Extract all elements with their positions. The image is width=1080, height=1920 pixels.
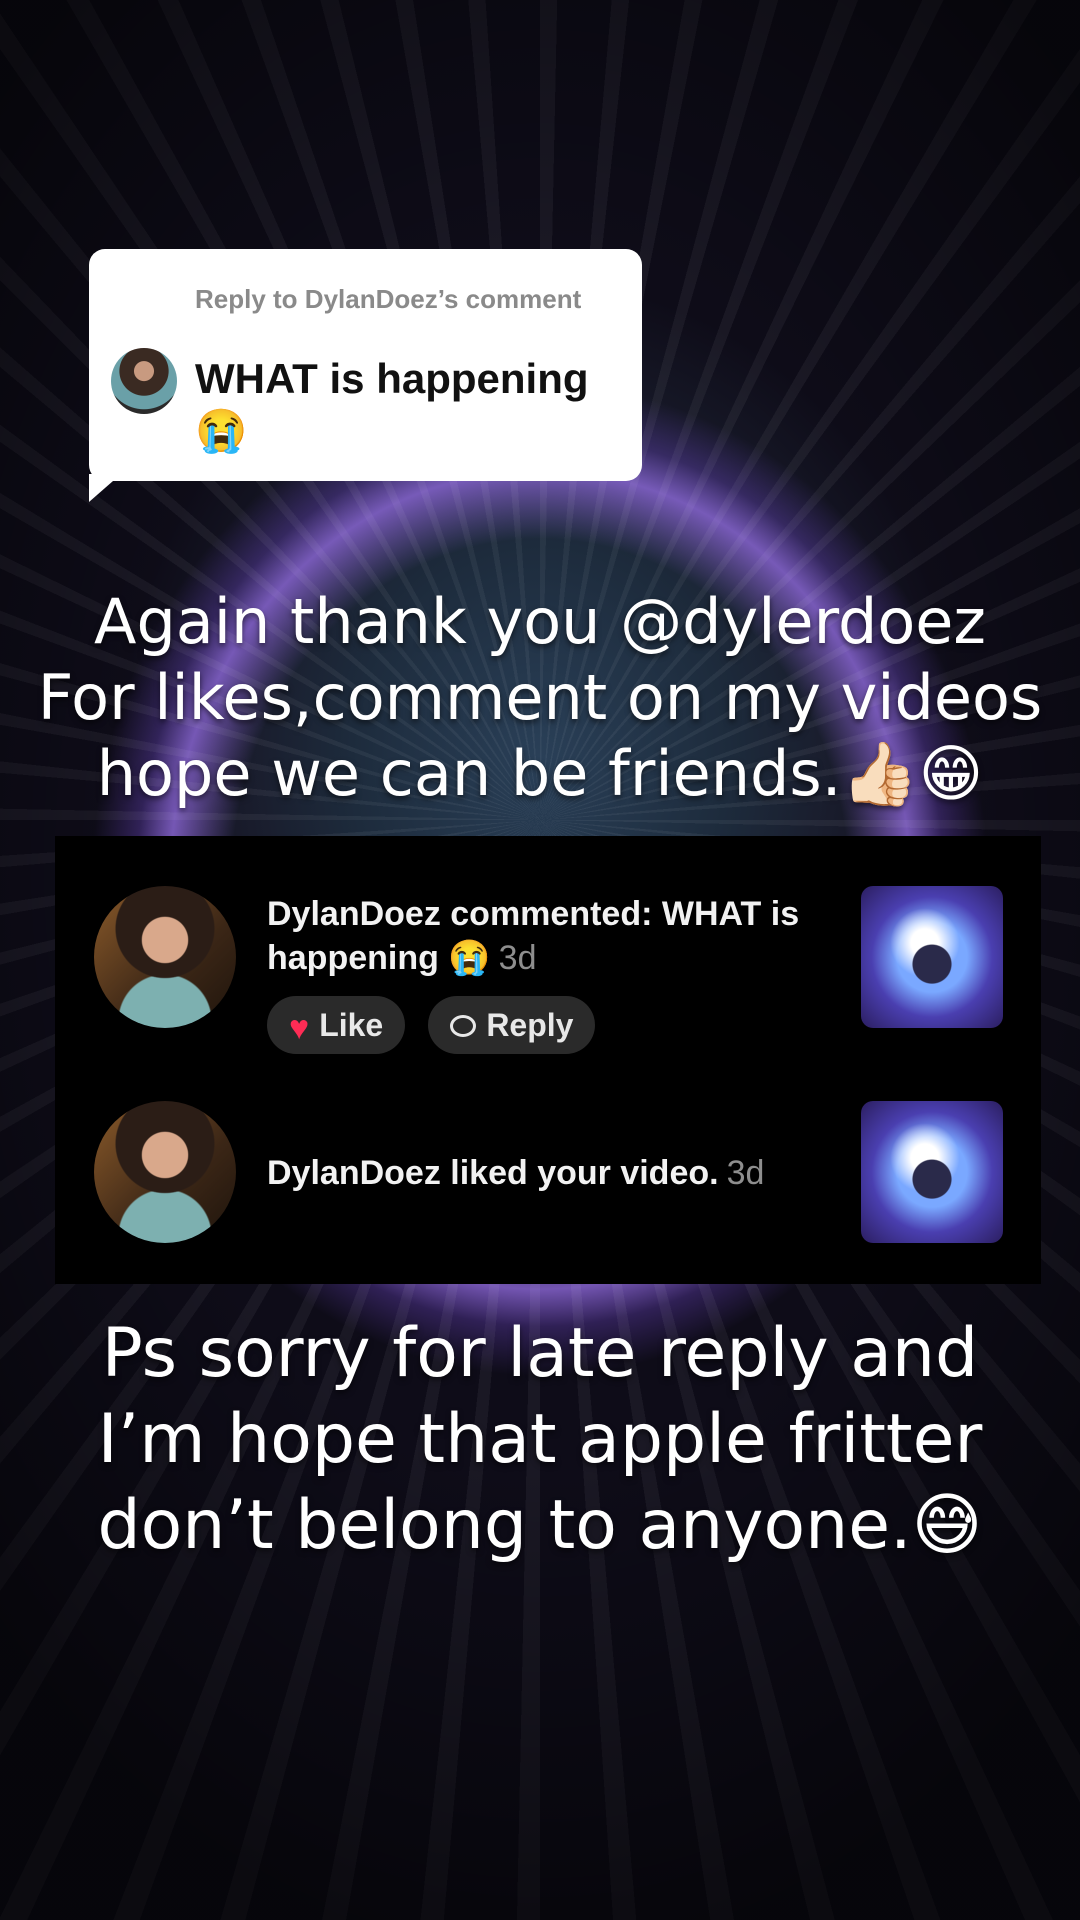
reply-header: Reply to DylanDoez’s comment xyxy=(195,284,582,314)
heart-icon: ♥ xyxy=(289,1008,310,1047)
notifications-panel: DylanDoez commented: WHAT is happening 😭… xyxy=(55,836,1041,1284)
avatar xyxy=(111,348,177,414)
caption-bottom: Ps sorry for late reply and I’m hope tha… xyxy=(0,1311,1080,1569)
notification-text: DylanDoez commented: WHAT is happening 😭… xyxy=(267,892,827,980)
caption-line: Again thank you @dylerdoez xyxy=(94,585,986,658)
caption-line: Ps sorry for late reply and xyxy=(101,1314,979,1393)
caption-line: For likes,comment on my videos xyxy=(37,661,1043,734)
caption-top: Again thank you @dylerdoez For likes,com… xyxy=(0,584,1080,812)
video-thumbnail[interactable] xyxy=(861,886,1003,1028)
avatar[interactable] xyxy=(94,1101,236,1243)
video-thumbnail[interactable] xyxy=(861,1101,1003,1243)
notification-text: DylanDoez liked your video. 3d xyxy=(267,1151,827,1195)
caption-line: I’m hope that apple fritter xyxy=(97,1400,983,1479)
reply-comment-text: WHAT is happening 😭 xyxy=(195,355,589,454)
caption-line: hope we can be friends.👍🏻😁 xyxy=(96,737,984,810)
avatar[interactable] xyxy=(94,886,236,1028)
caption-line: don’t belong to anyone.😅 xyxy=(97,1486,983,1565)
notification-row[interactable]: DylanDoez liked your video. 3d xyxy=(55,1101,1041,1251)
reply-comment-sticker[interactable]: Reply to DylanDoez’s comment WHAT is hap… xyxy=(89,249,642,481)
reply-button[interactable]: Reply xyxy=(428,996,596,1054)
like-button[interactable]: ♥ Like xyxy=(267,996,406,1054)
comment-bubble-icon xyxy=(450,1014,477,1037)
notification-time: 3d xyxy=(498,939,537,977)
like-label: Like xyxy=(319,1007,384,1043)
reply-label: Reply xyxy=(486,1007,574,1043)
notification-actions: ♥ Like Reply xyxy=(267,996,613,1054)
notification-time: 3d xyxy=(726,1154,765,1192)
notification-message: DylanDoez liked your video. xyxy=(267,1154,719,1192)
sticker-tail xyxy=(89,474,121,502)
notification-row[interactable]: DylanDoez commented: WHAT is happening 😭… xyxy=(55,886,1041,1056)
